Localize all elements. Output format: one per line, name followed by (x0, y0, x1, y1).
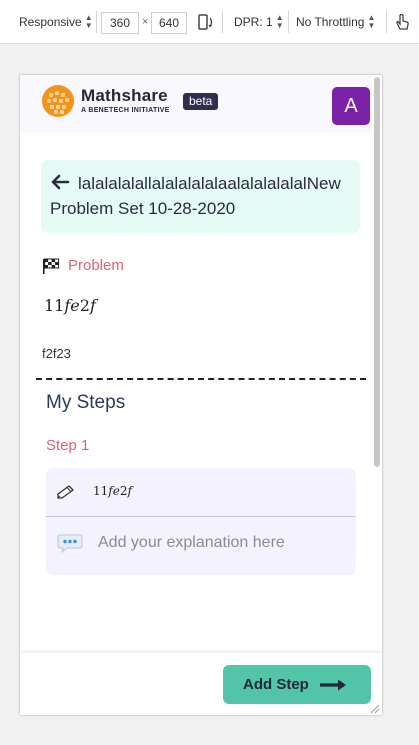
times-symbol: × (142, 16, 149, 28)
toolbar-divider (288, 11, 289, 33)
expr-variable: f (127, 484, 132, 498)
step-label: Step 1 (46, 437, 90, 454)
problem-set-title-line1: lalalalalallalalalalalaalalalalalalNew (78, 174, 341, 193)
back-arrow-icon[interactable] (50, 171, 78, 196)
device-mode-label: Responsive (19, 15, 82, 29)
problem-set-title: lalalalalallalalalalalaalalalalalalNew P… (41, 160, 360, 233)
problem-label: Problem (68, 257, 124, 274)
user-avatar[interactable]: A (332, 87, 370, 125)
expr-number: 11 (44, 296, 65, 315)
toolbar-divider (96, 11, 97, 33)
dpr-select[interactable]: DPR: 1 ▲ ▼ (234, 11, 284, 33)
throttling-select[interactable]: No Throttling ▲ ▼ (296, 11, 375, 33)
device-viewport: Mathshare A BENETECH INITIATIVE beta A l… (20, 75, 382, 715)
add-step-button[interactable]: Add Step (223, 665, 371, 704)
resize-grip-icon[interactable] (368, 702, 380, 714)
my-steps-heading: My Steps (46, 392, 126, 413)
throttling-label: No Throttling (296, 15, 365, 29)
expr-number: 2 (79, 296, 90, 315)
expr-variable: fe (64, 296, 80, 315)
select-arrows-icon: ▲ ▼ (84, 13, 93, 30)
step-card: 11fe2f (46, 468, 356, 575)
device-mode-select[interactable]: Responsive ▲ ▼ (19, 11, 93, 33)
viewport-height-input[interactable]: 640 (151, 12, 187, 34)
step-expression[interactable]: 11fe2f (93, 484, 132, 498)
checkered-flag-icon (43, 258, 60, 274)
brand-tagline: A BENETECH INITIATIVE (81, 107, 170, 114)
toolbar-divider (386, 11, 387, 33)
dpr-label: DPR: 1 (234, 15, 273, 29)
scrollbar-thumb[interactable] (374, 77, 380, 467)
select-arrows-icon: ▲ ▼ (275, 13, 284, 30)
speech-bubble-icon (57, 534, 83, 553)
brand-name: Mathshare (81, 86, 168, 105)
section-divider (36, 378, 366, 380)
problem-set-title-line2: Problem Set 10-28-2020 (50, 199, 236, 218)
problem-text: f2f23 (42, 346, 71, 361)
devtools-toolbar: Responsive ▲ ▼ 360 × 640 DPR: 1 ▲ ▼ No Thr… (0, 0, 419, 44)
pencil-icon (57, 485, 74, 499)
toolbar-divider (222, 11, 223, 33)
select-arrows-icon: ▲ ▼ (367, 13, 376, 30)
expr-variable: f (89, 296, 96, 315)
explanation-input[interactable] (98, 532, 348, 554)
arrow-right-icon (319, 679, 346, 690)
app-header: Mathshare A BENETECH INITIATIVE beta A (20, 75, 372, 133)
viewport-width-input[interactable]: 360 (101, 12, 139, 34)
expr-variable: fe (108, 484, 120, 498)
problem-expression: 11fe2f (44, 296, 96, 315)
problem-heading: Problem (42, 257, 124, 274)
beta-badge: beta (183, 93, 219, 110)
card-divider (46, 516, 356, 517)
expr-number: 11 (93, 484, 109, 498)
add-step-label: Add Step (243, 676, 309, 693)
mathshare-logo-icon (42, 85, 74, 117)
rotate-icon[interactable] (197, 12, 215, 32)
touch-icon[interactable] (393, 12, 411, 32)
